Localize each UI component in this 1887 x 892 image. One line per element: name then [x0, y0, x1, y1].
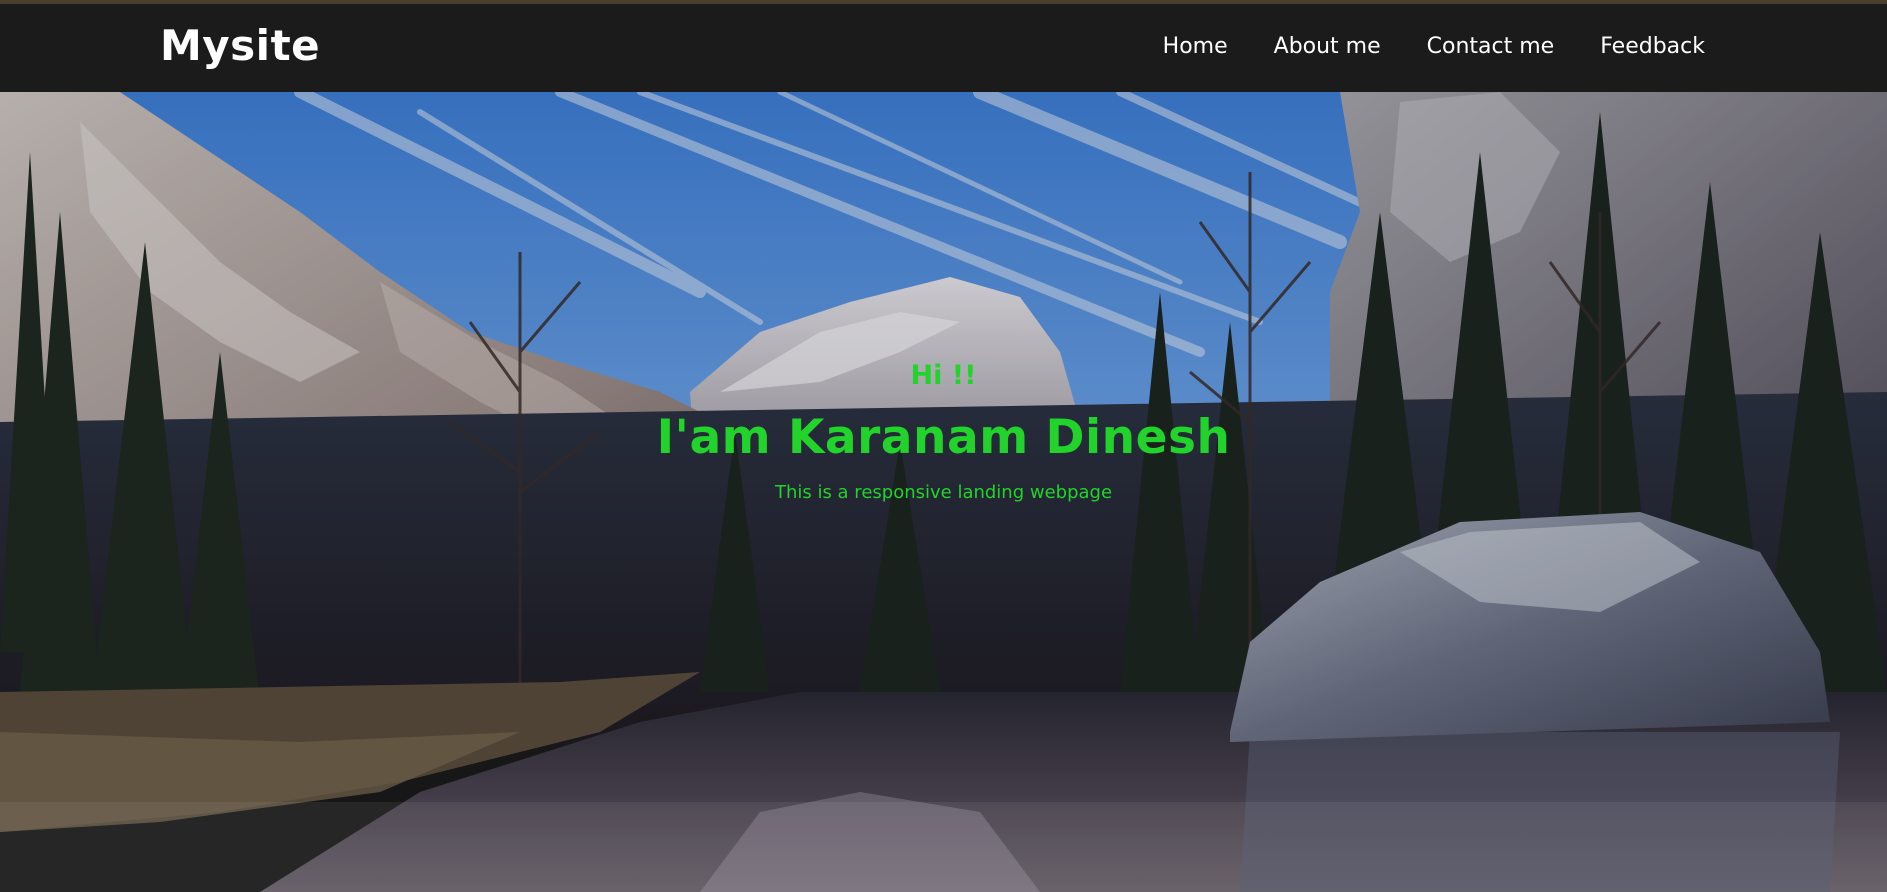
navbar: Mysite Home About me Contact me Feedback — [0, 4, 1887, 92]
nav-link-home[interactable]: Home — [1163, 34, 1228, 59]
site-logo[interactable]: Mysite — [160, 21, 320, 70]
nav-link-about[interactable]: About me — [1274, 34, 1381, 59]
hero-tagline: This is a responsive landing webpage — [774, 482, 1113, 503]
hero-greeting: Hi !! — [910, 360, 977, 391]
hero-section: Hi !! I'am Karanam Dinesh This is a resp… — [0, 92, 1887, 892]
nav-link-feedback[interactable]: Feedback — [1600, 34, 1705, 59]
hero-text-block: Hi !! I'am Karanam Dinesh This is a resp… — [0, 92, 1887, 892]
nav-menu: Home About me Contact me Feedback — [1163, 34, 1705, 59]
hero-title: I'am Karanam Dinesh — [656, 410, 1231, 465]
nav-link-contact[interactable]: Contact me — [1427, 34, 1555, 59]
